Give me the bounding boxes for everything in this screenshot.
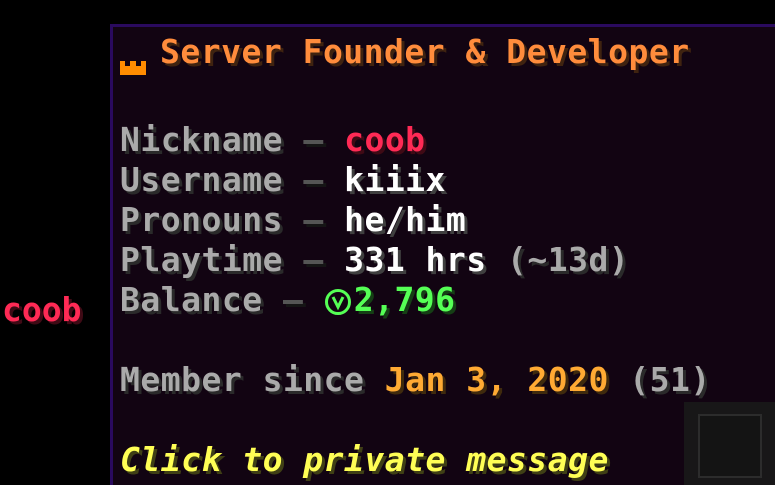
playtime-row: Playtime — 331 hrs (~13d) [120,240,629,280]
separator: — [303,200,324,239]
playtime-label: Playtime [120,240,283,279]
pronouns-row: Pronouns — he/him [120,200,466,240]
role-title: Server Founder & Developer [160,32,690,71]
pronouns-value: he/him [344,200,467,239]
member-since-detail: (51) [629,360,711,399]
tooltip-header: Server Founder & Developer [120,32,690,75]
crown-icon [120,44,146,75]
nickname-value: coob [344,120,426,159]
username-label: Username [120,160,283,199]
balance-label: Balance [120,280,263,319]
member-since-label: Member since [120,360,365,399]
username-value: kiiix [344,160,446,199]
username-row: Username — kiiix [120,160,446,200]
separator: — [282,280,304,319]
member-since-date: Jan 3, 2020 [384,360,609,399]
nickname-row: Nickname — coob [120,120,426,160]
playtime-value: 331 hrs [344,240,487,279]
side-nickname: coob [2,290,82,329]
private-message-action[interactable]: Click to private message [120,440,609,480]
inventory-slot[interactable] [698,414,762,478]
balance-amount: 2,796 [324,280,456,319]
playtime-detail: (~13d) [507,240,630,279]
pronouns-label: Pronouns [120,200,283,239]
separator: — [303,120,324,159]
coin-icon [324,285,352,315]
separator: — [303,160,324,199]
nickname-label: Nickname [120,120,283,159]
balance-value: 2,796 [353,280,456,319]
balance-row: Balance — 2,796 [120,280,456,320]
member-since-row: Member since Jan 3, 2020 (51) [120,360,711,400]
separator: — [303,240,324,279]
